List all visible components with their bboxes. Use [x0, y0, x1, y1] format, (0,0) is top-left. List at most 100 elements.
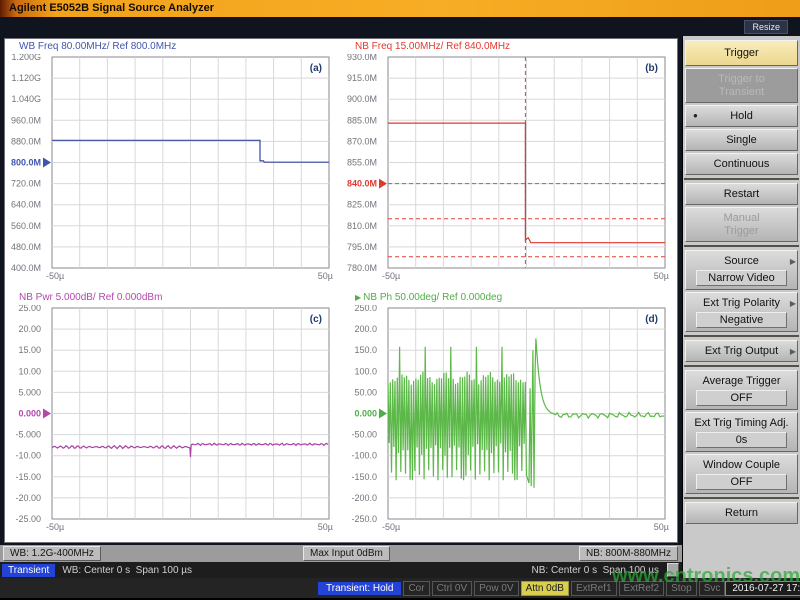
graph-panel: WB Freq 80.00MHz/ Ref 800.0MHz1.200G1.12… — [0, 36, 682, 545]
svg-text:(c): (c) — [310, 314, 322, 325]
title-bar: Agilent E5052B Signal Source Analyzer — [0, 0, 800, 17]
svg-text:-250.0: -250.0 — [351, 514, 377, 524]
softkey-trigger-to-transient: Trigger toTransient — [685, 68, 798, 103]
svg-text:-15.00: -15.00 — [15, 472, 41, 482]
submenu-arrow-icon: ▶ — [790, 257, 796, 266]
plot-b-title: NB Freq 15.00MHz/ Ref 840.0MHz — [341, 39, 677, 54]
svg-text:480.0M: 480.0M — [11, 242, 41, 252]
svg-text:20.00: 20.00 — [18, 324, 41, 334]
svg-text:50µ: 50µ — [654, 271, 669, 281]
softkey-return[interactable]: Return — [685, 502, 798, 524]
softkey-ext-trig-timing-adj[interactable]: Ext Trig Timing Adj.0s — [685, 412, 798, 452]
softkey-separator — [684, 365, 799, 367]
softkey-average-trigger[interactable]: Average TriggerOFF — [685, 370, 798, 410]
plot-b: NB Freq 15.00MHz/ Ref 840.0MHz930.0M 915.… — [341, 39, 677, 290]
softkey-single[interactable]: Single — [685, 129, 798, 151]
softkey-ext-trig-output[interactable]: Ext Trig Output▶ — [685, 340, 798, 362]
svg-text:150.0: 150.0 — [354, 345, 377, 355]
softkey-ext-trig-timing-adj-value: 0s — [696, 432, 788, 448]
indicator-extref1: ExtRef1 — [571, 581, 617, 596]
softkey-manual-trigger: ManualTrigger — [685, 207, 798, 242]
menu-strip: Resize — [0, 17, 800, 36]
plot-d-title: ▶NB Ph 50.00deg/ Ref 0.000deg — [341, 290, 677, 305]
svg-text:885.0M: 885.0M — [347, 115, 377, 125]
svg-text:-50µ: -50µ — [382, 522, 400, 532]
indicator-pow-0v: Pow 0V — [474, 581, 518, 596]
svg-text:-100.0: -100.0 — [351, 451, 377, 461]
svg-text:780.0M: 780.0M — [347, 263, 377, 273]
svg-text:0.000: 0.000 — [354, 409, 377, 419]
svg-text:795.0M: 795.0M — [347, 242, 377, 252]
svg-text:10.00: 10.00 — [18, 366, 41, 376]
status-bar: Transient: Hold CorCtrl 0VPow 0VAttn 0dB… — [0, 578, 800, 598]
softkey-ext-trig-polarity[interactable]: Ext Trig PolarityNegative▶ — [685, 292, 798, 332]
sweep-bar: Transient WB: Center 0 s Span 100 µs NB:… — [0, 562, 682, 578]
softkey-hold[interactable]: Hold● — [685, 105, 798, 127]
plot-a: WB Freq 80.00MHz/ Ref 800.0MHz1.200G1.12… — [5, 39, 341, 290]
indicator-attn-0db: Attn 0dB — [521, 581, 569, 596]
svg-text:100.0: 100.0 — [354, 366, 377, 376]
svg-text:915.0M: 915.0M — [347, 73, 377, 83]
softkey-separator — [684, 245, 799, 247]
submenu-arrow-icon: ▶ — [790, 299, 796, 308]
softkey-window-couple[interactable]: Window CoupleOFF — [685, 454, 798, 494]
plot-c: NB Pwr 5.000dB/ Ref 0.000dBm25.0020.0015… — [5, 290, 341, 541]
softkey-separator — [684, 335, 799, 337]
svg-text:810.0M: 810.0M — [347, 221, 377, 231]
svg-text:(b): (b) — [645, 63, 658, 74]
svg-text:640.0M: 640.0M — [11, 200, 41, 210]
plot-a-title: WB Freq 80.00MHz/ Ref 800.0MHz — [5, 39, 341, 54]
svg-text:(a): (a) — [310, 63, 322, 74]
svg-text:870.0M: 870.0M — [347, 136, 377, 146]
svg-text:720.0M: 720.0M — [11, 179, 41, 189]
svg-text:900.0M: 900.0M — [347, 94, 377, 104]
softkey-average-trigger-value: OFF — [696, 390, 788, 406]
svg-text:560.0M: 560.0M — [11, 221, 41, 231]
svg-text:250.0: 250.0 — [354, 305, 377, 313]
indicator-svc: Svc — [699, 581, 726, 596]
plot-d: ▶NB Ph 50.00deg/ Ref 0.000deg250.0 200.0 1… — [341, 290, 677, 541]
svg-text:840.0M: 840.0M — [347, 179, 377, 189]
svg-text:400.0M: 400.0M — [11, 263, 41, 273]
svg-text:50µ: 50µ — [318, 271, 333, 281]
plot-c-title: NB Pwr 5.000dB/ Ref 0.000dBm — [5, 290, 341, 305]
svg-text:-25.00: -25.00 — [15, 514, 41, 524]
svg-text:50µ: 50µ — [654, 522, 669, 532]
svg-text:200.0: 200.0 — [354, 324, 377, 334]
plot-a-chart: 1.200G1.120G1.040G960.0M880.0M800.0M720.… — [5, 54, 341, 290]
softkey-continuous[interactable]: Continuous — [685, 153, 798, 175]
svg-text:880.0M: 880.0M — [11, 136, 41, 146]
softkey-restart[interactable]: Restart — [685, 183, 798, 205]
svg-text:-50µ: -50µ — [382, 271, 400, 281]
softkey-source[interactable]: SourceNarrow Video▶ — [685, 250, 798, 290]
svg-text:-50.00: -50.00 — [351, 430, 377, 440]
resize-button[interactable]: Resize — [744, 20, 788, 34]
svg-text:-10.00: -10.00 — [15, 451, 41, 461]
band-bar: WB: 1.2G-400MHz Max Input 0dBm NB: 800M-… — [0, 545, 682, 562]
indicator-ctrl-0v: Ctrl 0V — [432, 581, 473, 596]
svg-text:800.0M: 800.0M — [11, 158, 41, 168]
window-title: Agilent E5052B Signal Source Analyzer — [9, 2, 214, 14]
trigger-status-badge: Transient: Hold — [318, 582, 401, 595]
softkey-menu: TriggerTrigger toTransientHold●SingleCon… — [682, 36, 800, 578]
app-window: Agilent E5052B Signal Source Analyzer Re… — [0, 0, 800, 600]
svg-text:-20.00: -20.00 — [15, 493, 41, 503]
svg-text:50.00: 50.00 — [354, 387, 377, 397]
svg-text:5.000: 5.000 — [18, 387, 41, 397]
wb-sweep-label: WB: Center 0 s Span 100 µs — [62, 565, 192, 576]
svg-text:50µ: 50µ — [318, 522, 333, 532]
submenu-arrow-icon: ▶ — [790, 347, 796, 356]
svg-text:1.200G: 1.200G — [11, 54, 41, 62]
plot-b-chart: 930.0M 915.0M 900.0M 885.0M 870.0M 855.0M 840.… — [341, 54, 677, 290]
svg-text:930.0M: 930.0M — [347, 54, 377, 62]
active-trace-marker-icon: ▶ — [355, 293, 361, 302]
sweep-bar-spacer — [667, 563, 679, 577]
svg-text:-50µ: -50µ — [46, 522, 64, 532]
svg-text:855.0M: 855.0M — [347, 158, 377, 168]
svg-text:1.040G: 1.040G — [11, 94, 41, 104]
svg-text:-50µ: -50µ — [46, 271, 64, 281]
svg-text:-5.000: -5.000 — [15, 430, 41, 440]
svg-text:(d): (d) — [645, 314, 658, 325]
softkey-menu-title: Trigger — [685, 40, 798, 66]
datetime-label: 2016-07-27 17:37 — [725, 581, 800, 596]
